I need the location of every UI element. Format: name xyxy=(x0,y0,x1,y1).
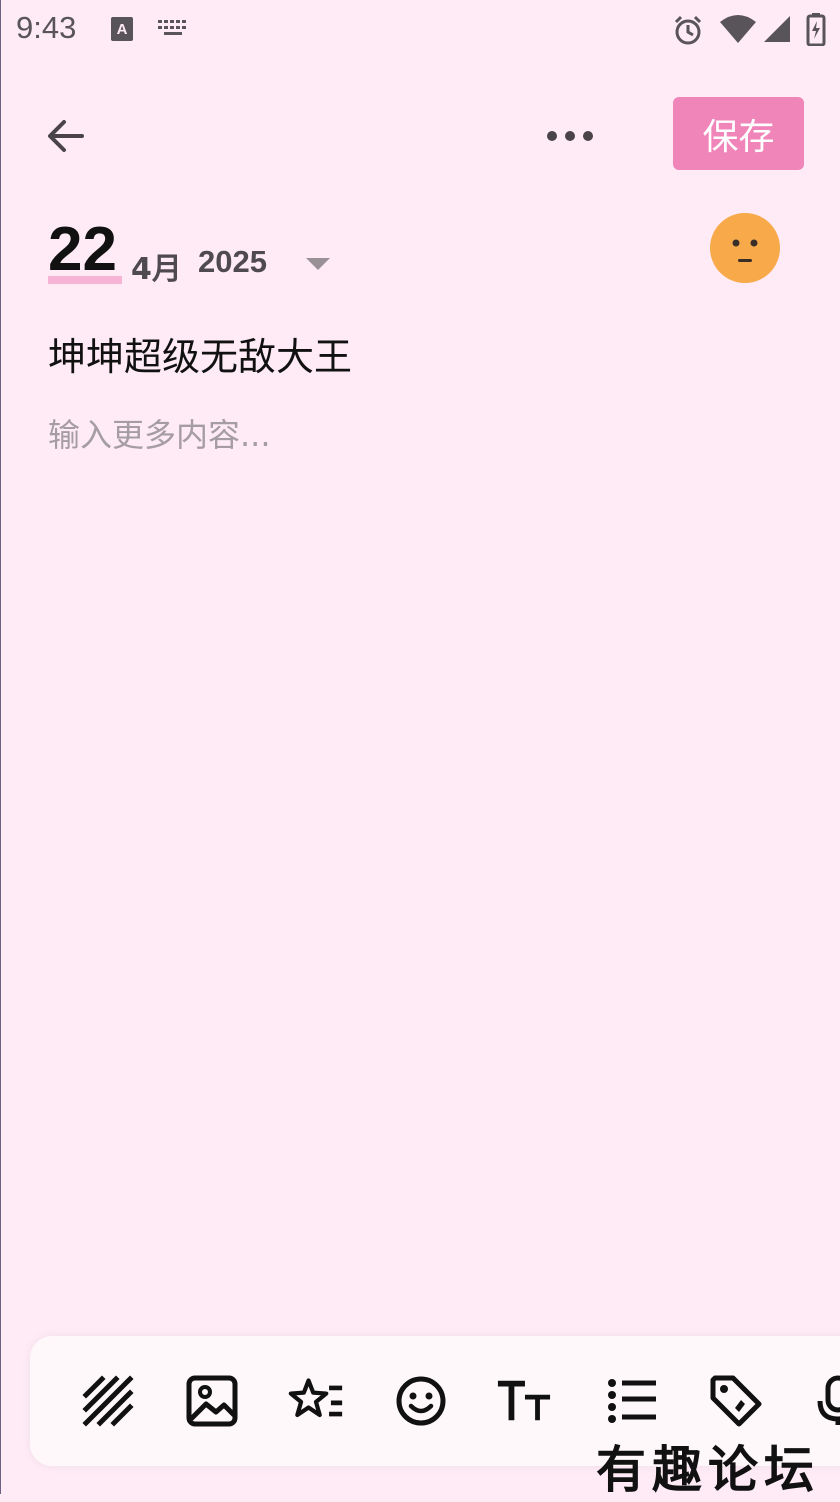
list-button[interactable] xyxy=(604,1373,660,1429)
neutral-face-icon[interactable] xyxy=(710,213,780,283)
star-list-button[interactable] xyxy=(288,1373,344,1429)
arrow-left-icon xyxy=(48,120,84,152)
tag-icon xyxy=(710,1375,762,1427)
wifi-icon xyxy=(720,15,756,43)
svg-text:A: A xyxy=(117,21,128,38)
background-pattern-button[interactable] xyxy=(80,1373,136,1429)
keyboard-a-icon: A xyxy=(111,17,133,41)
text-size-icon xyxy=(497,1380,551,1421)
status-bar: 9:43 A xyxy=(0,0,840,60)
more-options-button[interactable] xyxy=(540,108,600,164)
image-icon xyxy=(186,1375,238,1427)
microphone-button[interactable] xyxy=(810,1373,840,1429)
text-size-button[interactable] xyxy=(496,1373,552,1429)
screen-edge xyxy=(0,0,1,1494)
microphone-icon xyxy=(817,1375,840,1425)
back-button[interactable] xyxy=(38,108,94,164)
save-button[interactable]: 保存 xyxy=(673,97,804,170)
chevron-down-icon[interactable] xyxy=(303,254,333,274)
alarm-icon xyxy=(674,15,702,45)
keyboard-icon xyxy=(158,20,186,35)
image-button[interactable] xyxy=(184,1373,240,1429)
date-day: 22 xyxy=(48,215,117,284)
watermark-text: 有趣论坛 xyxy=(596,1440,820,1499)
status-time: 9:43 xyxy=(16,10,77,45)
date-year: 2025 xyxy=(198,244,267,279)
more-horizontal-icon xyxy=(547,131,593,141)
emoji-button[interactable] xyxy=(393,1373,449,1429)
emoji-icon xyxy=(396,1376,446,1426)
list-icon xyxy=(608,1379,656,1423)
app-bar: 保存 xyxy=(0,90,840,180)
entry-title[interactable]: 坤坤超级无敌大王 xyxy=(48,326,352,381)
content-input[interactable]: 输入更多内容... xyxy=(48,410,788,456)
signal-icon xyxy=(764,16,790,42)
battery-charging-icon xyxy=(806,13,826,46)
tag-button[interactable] xyxy=(708,1373,764,1429)
star-list-icon xyxy=(288,1378,343,1418)
background-pattern-icon xyxy=(82,1375,134,1427)
date-month: 4月 xyxy=(131,252,182,287)
